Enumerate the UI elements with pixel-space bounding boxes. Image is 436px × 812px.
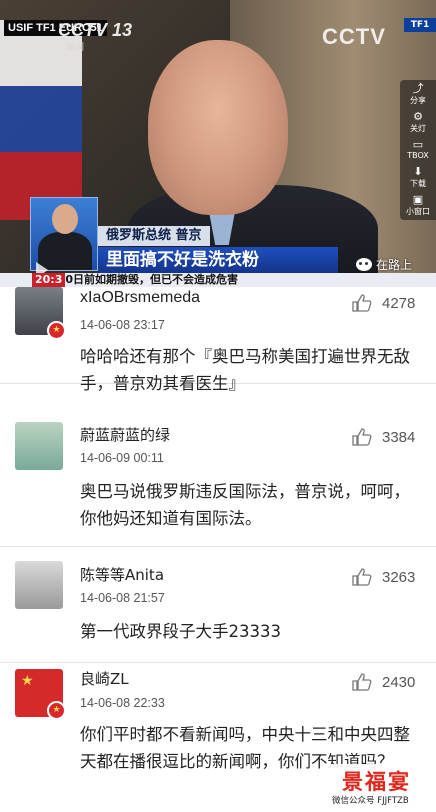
cctv-logo-top-right: CCTV	[322, 24, 386, 49]
cctv-logo-top-left: CCTV 13	[58, 20, 133, 40]
comment-item: 蔚蓝蔚蓝的绿 14-06-09 00:11 3384 奥巴马说俄罗斯违反国际法，…	[0, 384, 436, 547]
news-ticker: 20:3 0日前如期撤毁，但已不会造成危害	[0, 273, 436, 287]
download-icon: ⬇	[413, 164, 423, 178]
comment-text: 奥巴马说俄罗斯违反国际法，普京说，呵呵，你他妈还知道有国际法。	[80, 482, 410, 528]
flag-star-icon: ★	[21, 673, 34, 689]
ticker-time: 20:3	[32, 273, 66, 287]
comment-timestamp: 14-06-08 21:57	[80, 591, 165, 605]
thumbs-up-icon	[352, 428, 372, 446]
comment-username[interactable]: 陈等等Anita	[80, 564, 164, 585]
comment-text: 第一代政界段子大手23333	[80, 622, 281, 641]
like-button[interactable]: 3384	[352, 428, 415, 446]
mini-window-label: 小窗口	[406, 207, 430, 217]
badge-star-icon: ★	[47, 321, 66, 340]
mini-window-icon: ▣	[412, 193, 424, 207]
comment-item: 陈等等Anita 14-06-08 21:57 3263 第一代政界段子大手23…	[0, 547, 436, 663]
settings-icon: ⚙	[413, 110, 423, 124]
share-label: 分享	[410, 95, 426, 105]
comment-item: ★ xIaOBrsmemeda 14-06-08 23:17 4278 哈哈哈还…	[0, 287, 436, 393]
comment-username[interactable]: xIaOBrsmemeda	[80, 289, 200, 307]
share-button[interactable]: ⤴ 分享	[410, 81, 426, 106]
caption-subtitle: 里面搞不好是洗衣粉	[98, 247, 338, 273]
like-button[interactable]: 2430	[352, 673, 415, 691]
video-watermark-text: 在路上	[376, 258, 413, 272]
video-side-actions: ⤴ 分享 ⚙ 关灯 ▭ TBOX ⬇ 下载 ▣ 小窗口	[400, 80, 436, 220]
watermark-title: 景福宴	[342, 770, 411, 794]
like-count: 4278	[382, 294, 416, 312]
thumbs-up-icon	[352, 673, 372, 691]
comment-username[interactable]: 良崎ZL	[80, 668, 129, 689]
tf1-logo: TF1	[404, 18, 436, 32]
news-anchor-inset	[30, 197, 98, 271]
anchor-head	[52, 204, 78, 234]
light-off-button[interactable]: ⚙ 关灯	[410, 111, 426, 134]
wechat-icon	[356, 258, 372, 271]
video-player[interactable]: USIF TF1 EURO51 CCTV 13 新闻 CCTV TF1 ⤴ 分享…	[0, 0, 436, 287]
share-icon: ⤴	[412, 81, 424, 95]
tbox-label: TBOX	[407, 151, 429, 161]
tbox-button[interactable]: ▭ TBOX	[407, 138, 429, 161]
thumbs-up-icon	[352, 294, 372, 312]
like-count: 3263	[382, 568, 416, 586]
caption-speaker-name: 俄罗斯总统 普京	[98, 226, 210, 246]
comment-timestamp: 14-06-08 22:33	[80, 696, 165, 710]
comment-username[interactable]: 蔚蓝蔚蓝的绿	[80, 424, 170, 445]
comment-list: ★ xIaOBrsmemeda 14-06-08 23:17 4278 哈哈哈还…	[0, 287, 436, 812]
comment-timestamp: 14-06-09 00:11	[80, 451, 164, 465]
watermark-subtitle: 微信公众号 FJJFTZB	[332, 796, 409, 806]
speaker-head	[148, 40, 288, 215]
like-button[interactable]: 3263	[352, 568, 415, 586]
comment-timestamp: 14-06-08 23:17	[80, 318, 165, 332]
like-count: 3384	[382, 428, 416, 446]
thumbs-up-icon	[352, 568, 372, 586]
badge-star-icon: ★	[47, 701, 66, 720]
cctv-sub-label: 新闻	[66, 43, 85, 53]
brand-watermark: 景福宴 微信公众号 FJJFTZB	[328, 764, 436, 812]
ticker-text: 0日前如期撤毁，但已不会造成危害	[65, 273, 239, 286]
download-button[interactable]: ⬇ 下载	[410, 164, 426, 189]
tv-icon: ▭	[412, 138, 424, 152]
mini-window-button[interactable]: ▣ 小窗口	[406, 194, 430, 217]
avatar[interactable]	[15, 561, 63, 609]
avatar[interactable]	[15, 422, 63, 470]
like-count: 2430	[382, 673, 416, 691]
download-label: 下载	[410, 178, 426, 188]
light-off-label: 关灯	[410, 124, 426, 134]
video-watermark: 在路上	[356, 256, 412, 273]
like-button[interactable]: 4278	[352, 294, 415, 312]
